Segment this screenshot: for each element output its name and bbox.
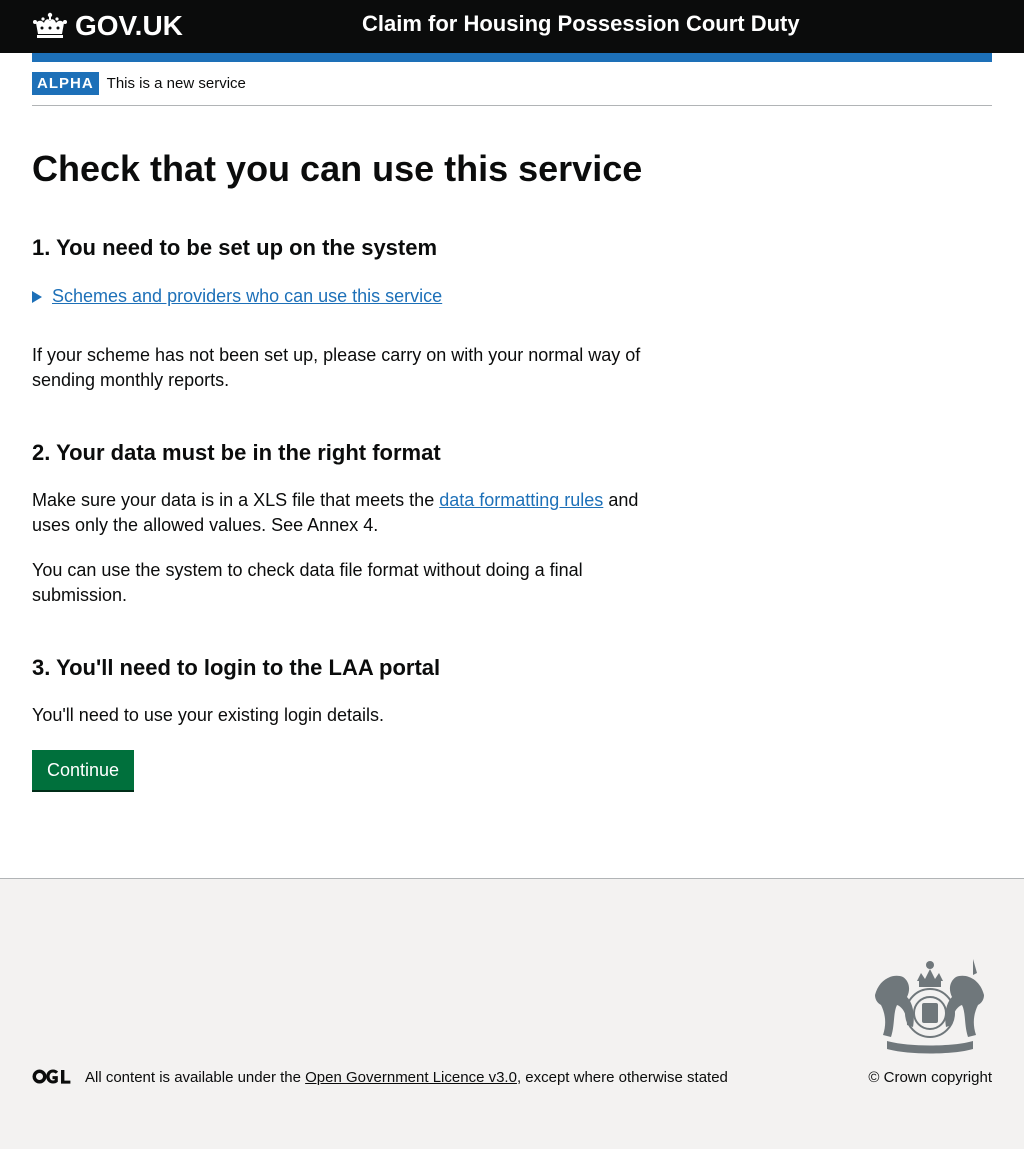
- govuk-logo-text: GOV.UK: [75, 10, 183, 41]
- continue-button[interactable]: Continue: [32, 750, 135, 790]
- section-1-paragraph: If your scheme has not been set up, plea…: [32, 345, 641, 390]
- site-header: GOV.UK Claim for Housing Possession Cour…: [0, 0, 1024, 53]
- site-footer: All content is available under the Open …: [0, 878, 1024, 1149]
- ogl-logo-icon: [32, 1069, 71, 1084]
- royal-coat-of-arms-icon: [875, 959, 984, 1054]
- licence-text-before: All content is available under the: [85, 1069, 306, 1086]
- licence-text-after: , except where otherwise stated: [516, 1069, 728, 1086]
- header-blue-bar: [32, 53, 992, 62]
- phase-banner-text: This is a new service: [106, 75, 246, 92]
- section-2-text-before: Make sure your data is in a XLS file tha…: [32, 490, 440, 510]
- data-formatting-rules-link[interactable]: data formatting rules: [439, 490, 603, 510]
- section-3-paragraph: You'll need to use your existing login d…: [32, 705, 385, 725]
- schemes-details-link[interactable]: Schemes and providers who can use this s…: [52, 284, 442, 309]
- govuk-logo-link[interactable]: GOV.UK: [32, 9, 183, 43]
- service-name-link[interactable]: Claim for Housing Possession Court Duty: [362, 11, 800, 37]
- page-title: Check that you can use this service: [32, 148, 643, 189]
- section-1-heading: 1. You need to be set up on the system: [32, 235, 438, 260]
- section-2-paragraph-2: You can use the system to check data fil…: [32, 560, 583, 605]
- section-2-heading: 2. Your data must be in the right format: [32, 440, 441, 465]
- crown-icon: [33, 12, 67, 38]
- licence-text: All content is available under the Open …: [85, 1067, 728, 1089]
- crown-copyright-link[interactable]: © Crown copyright: [868, 1067, 992, 1089]
- disclosure-triangle-icon: [32, 290, 42, 303]
- section-3-heading: 3. You'll need to login to the LAA porta…: [32, 655, 441, 680]
- section-2-paragraph-1: Make sure your data is in a XLS file tha…: [32, 488, 662, 538]
- schemes-details-summary[interactable]: Schemes and providers who can use this s…: [32, 284, 442, 309]
- phase-banner: ALPHA This is a new service: [32, 72, 992, 106]
- open-government-licence-link[interactable]: Open Government Licence v3.0: [305, 1069, 517, 1086]
- phase-tag: ALPHA: [32, 72, 99, 95]
